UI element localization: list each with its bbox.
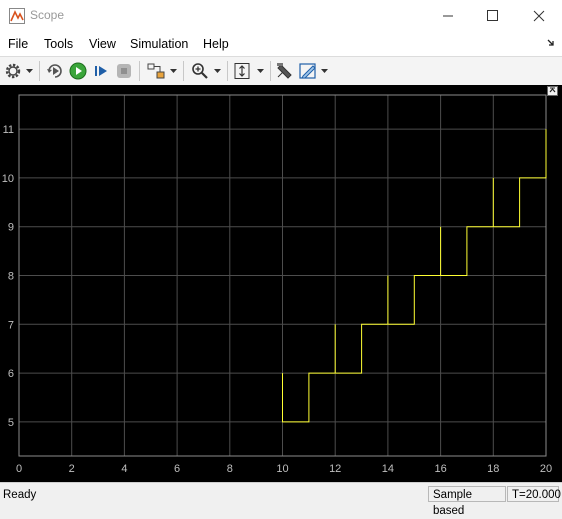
chevron-down-icon[interactable] xyxy=(257,69,264,74)
y-tick-label: 8 xyxy=(8,271,14,283)
x-tick-label: 16 xyxy=(434,463,446,475)
maximize-icon xyxy=(487,10,498,21)
window-title: Scope xyxy=(30,8,65,22)
x-tick-label: 0 xyxy=(16,463,22,475)
signal-selector-icon[interactable] xyxy=(146,61,166,81)
menu-tools[interactable]: Tools xyxy=(44,37,73,51)
gear-icon[interactable] xyxy=(3,61,23,81)
toolbar-separator xyxy=(227,61,228,81)
dock-arrow-icon[interactable] xyxy=(546,38,556,48)
status-text: Ready xyxy=(3,489,37,501)
x-tick-label: 12 xyxy=(329,463,341,475)
menu-bar: File Tools View Simulation Help xyxy=(0,32,562,56)
close-icon xyxy=(533,10,545,22)
chevron-down-icon[interactable] xyxy=(321,69,328,74)
minimize-button[interactable] xyxy=(425,0,471,32)
maximize-button[interactable] xyxy=(470,0,516,32)
toolbar xyxy=(0,56,562,86)
x-tick-label: 4 xyxy=(121,463,127,475)
chevron-down-icon[interactable] xyxy=(214,69,221,74)
toolbar-separator xyxy=(139,61,140,81)
sim-time: T=20.000 xyxy=(507,486,561,502)
y-tick-label: 5 xyxy=(8,417,14,429)
title-bar: Scope xyxy=(0,0,562,32)
menu-help[interactable]: Help xyxy=(203,37,229,51)
undock-icon[interactable] xyxy=(547,86,558,96)
status-bar: Ready Sample based T=20.000 xyxy=(0,482,562,517)
chevron-down-icon[interactable] xyxy=(26,69,33,74)
step-back-icon[interactable] xyxy=(45,61,65,81)
step-forward-icon[interactable] xyxy=(91,61,111,81)
x-tick-label: 14 xyxy=(382,463,394,475)
autoscale-icon[interactable] xyxy=(232,61,252,81)
zoom-icon[interactable] xyxy=(190,61,210,81)
x-tick-label: 18 xyxy=(487,463,499,475)
plot-panel: 0 2 4 6 8 10 12 14 16 18 20 5 6 7 8 9 10 11 xyxy=(0,85,562,482)
toolbar-separator xyxy=(270,61,271,81)
menu-simulation[interactable]: Simulation xyxy=(130,37,188,51)
scope-plot[interactable]: 0 2 4 6 8 10 12 14 16 18 20 5 6 7 8 9 10 11 xyxy=(0,85,562,482)
minimize-icon xyxy=(443,15,453,17)
stop-icon[interactable] xyxy=(114,61,134,81)
x-tick-label: 20 xyxy=(540,463,552,475)
scope-app-icon xyxy=(9,8,25,24)
toolbar-separator xyxy=(183,61,184,81)
x-tick-label: 10 xyxy=(276,463,288,475)
highlight-icon[interactable] xyxy=(275,61,295,81)
style-icon[interactable] xyxy=(298,61,318,81)
x-tick-label: 6 xyxy=(174,463,180,475)
x-tick-label: 8 xyxy=(227,463,233,475)
close-button[interactable] xyxy=(516,0,562,32)
menu-file[interactable]: File xyxy=(8,37,28,51)
chevron-down-icon[interactable] xyxy=(170,69,177,74)
y-tick-label: 6 xyxy=(8,368,14,380)
x-tick-label: 2 xyxy=(69,463,75,475)
sampling-mode: Sample based xyxy=(428,486,506,517)
toolbar-separator xyxy=(39,61,40,81)
menu-view[interactable]: View xyxy=(89,37,116,51)
y-tick-label: 10 xyxy=(2,173,14,185)
run-icon[interactable] xyxy=(68,61,88,81)
y-tick-label: 7 xyxy=(8,319,14,331)
y-tick-label: 9 xyxy=(8,222,14,234)
y-tick-label: 11 xyxy=(3,124,14,136)
